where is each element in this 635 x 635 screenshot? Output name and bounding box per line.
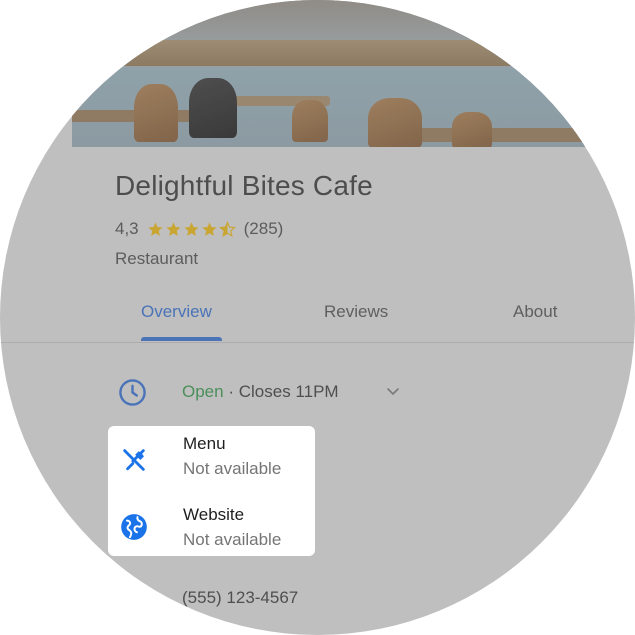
tab-bar: Overview Reviews About — [0, 296, 635, 343]
rating-value: 4,3 — [115, 219, 139, 238]
menu-row[interactable]: Menu Not available — [108, 432, 315, 492]
globe-icon — [121, 514, 147, 540]
place-title: Delightful Bites Cafe — [115, 170, 373, 201]
closing-time: Closes 11PM — [238, 382, 339, 401]
active-tab-indicator — [141, 337, 222, 341]
clock-icon — [119, 379, 146, 406]
star-half-icon — [218, 220, 236, 237]
star-icon — [202, 221, 217, 236]
fork-knife-icon — [123, 449, 145, 471]
place-category: Restaurant — [115, 249, 199, 268]
phone-number[interactable]: (555) 123-4567 — [182, 588, 298, 608]
menu-label: Menu — [183, 434, 226, 453]
star-icon — [148, 221, 163, 236]
tab-reviews[interactable]: Reviews — [324, 302, 388, 322]
hours-row[interactable]: Open · Closes 11PM — [118, 378, 418, 408]
website-value: Not available — [183, 530, 282, 549]
hours-separator: · — [228, 382, 234, 401]
rating-stars — [147, 220, 236, 238]
tab-about[interactable]: About — [513, 302, 557, 322]
chevron-down-icon[interactable] — [386, 387, 400, 397]
website-row[interactable]: Website Not available — [108, 503, 315, 563]
highlighted-info-panel: Menu Not available Website Not available — [108, 426, 315, 556]
tab-overview[interactable]: Overview — [141, 302, 212, 322]
review-count: (285) — [243, 219, 284, 238]
menu-value: Not available — [183, 459, 282, 478]
website-label: Website — [183, 505, 245, 524]
star-icon — [184, 221, 199, 236]
star-icon — [166, 221, 181, 236]
place-card-viewport: Delightful Bites Cafe 4,3 (285) Restaura… — [0, 0, 635, 635]
open-status: Open — [182, 382, 224, 401]
rating-row[interactable]: 4,3 (285) — [115, 219, 283, 239]
place-photo[interactable] — [72, 0, 592, 147]
